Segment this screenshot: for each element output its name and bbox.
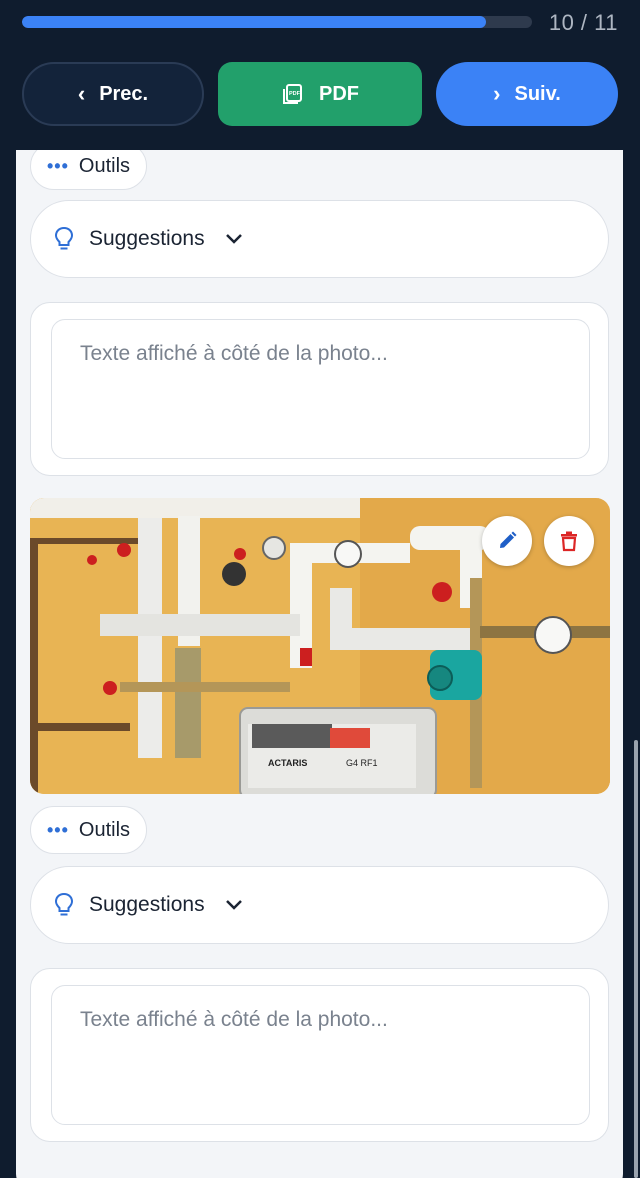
- tools-label: Outils: [78, 818, 131, 841]
- svg-text:PDF: PDF: [289, 91, 301, 97]
- edit-photo-button[interactable]: [482, 516, 532, 566]
- tools-button[interactable]: ••• Outils: [30, 806, 148, 854]
- meter-brand: ACTARIS: [268, 758, 307, 768]
- caption-container: Texte affiché à côté de la photo...: [30, 968, 609, 1142]
- next-button[interactable]: › Suiv.: [436, 62, 618, 126]
- pdf-document-icon: PDF: [283, 84, 302, 104]
- caption-container: Texte affiché à côté de la photo...: [30, 302, 609, 476]
- caption-input[interactable]: Texte affiché à côté de la photo...: [51, 985, 590, 1125]
- pencil-icon: [500, 531, 517, 548]
- suggestions-dropdown[interactable]: Suggestions: [30, 866, 609, 944]
- delete-photo-button[interactable]: [544, 516, 594, 566]
- caption-input[interactable]: Texte affiché à côté de la photo...: [51, 319, 590, 459]
- progress-count: 10 / 11: [548, 10, 618, 35]
- trash-icon: [561, 531, 577, 552]
- content-card: ••• Outils Suggestions Texte affiché à c…: [16, 150, 623, 1178]
- pdf-label: PDF: [319, 82, 359, 105]
- lightbulb-icon: [54, 892, 74, 916]
- more-dots-icon: •••: [47, 819, 69, 840]
- pdf-button[interactable]: PDF PDF: [218, 62, 422, 126]
- prev-label: Prec.: [99, 82, 149, 105]
- suggestions-label: Suggestions: [89, 893, 205, 916]
- chevron-down-icon: [225, 234, 242, 244]
- suggestions-label: Suggestions: [89, 227, 205, 250]
- next-label: Suiv.: [514, 82, 561, 105]
- chevron-left-icon: ‹: [77, 81, 86, 106]
- more-dots-icon: •••: [47, 155, 69, 176]
- lightbulb-icon: [54, 226, 74, 250]
- suggestions-dropdown[interactable]: Suggestions: [30, 200, 609, 278]
- chevron-down-icon: [225, 900, 242, 910]
- progress-bar: [22, 16, 532, 28]
- scrollbar[interactable]: [634, 740, 638, 1178]
- prev-button[interactable]: ‹ Prec.: [22, 62, 204, 126]
- meter-model: G4 RF1: [346, 758, 378, 768]
- tools-label: Outils: [78, 154, 131, 177]
- tools-button[interactable]: ••• Outils: [30, 150, 148, 190]
- top-bar: 10 / 11 ‹ Prec. PDF PDF › Suiv.: [0, 0, 640, 150]
- chevron-right-icon: ›: [493, 81, 501, 106]
- progress-fill: [22, 16, 487, 28]
- photo[interactable]: ACTARIS G4 RF1: [30, 498, 610, 794]
